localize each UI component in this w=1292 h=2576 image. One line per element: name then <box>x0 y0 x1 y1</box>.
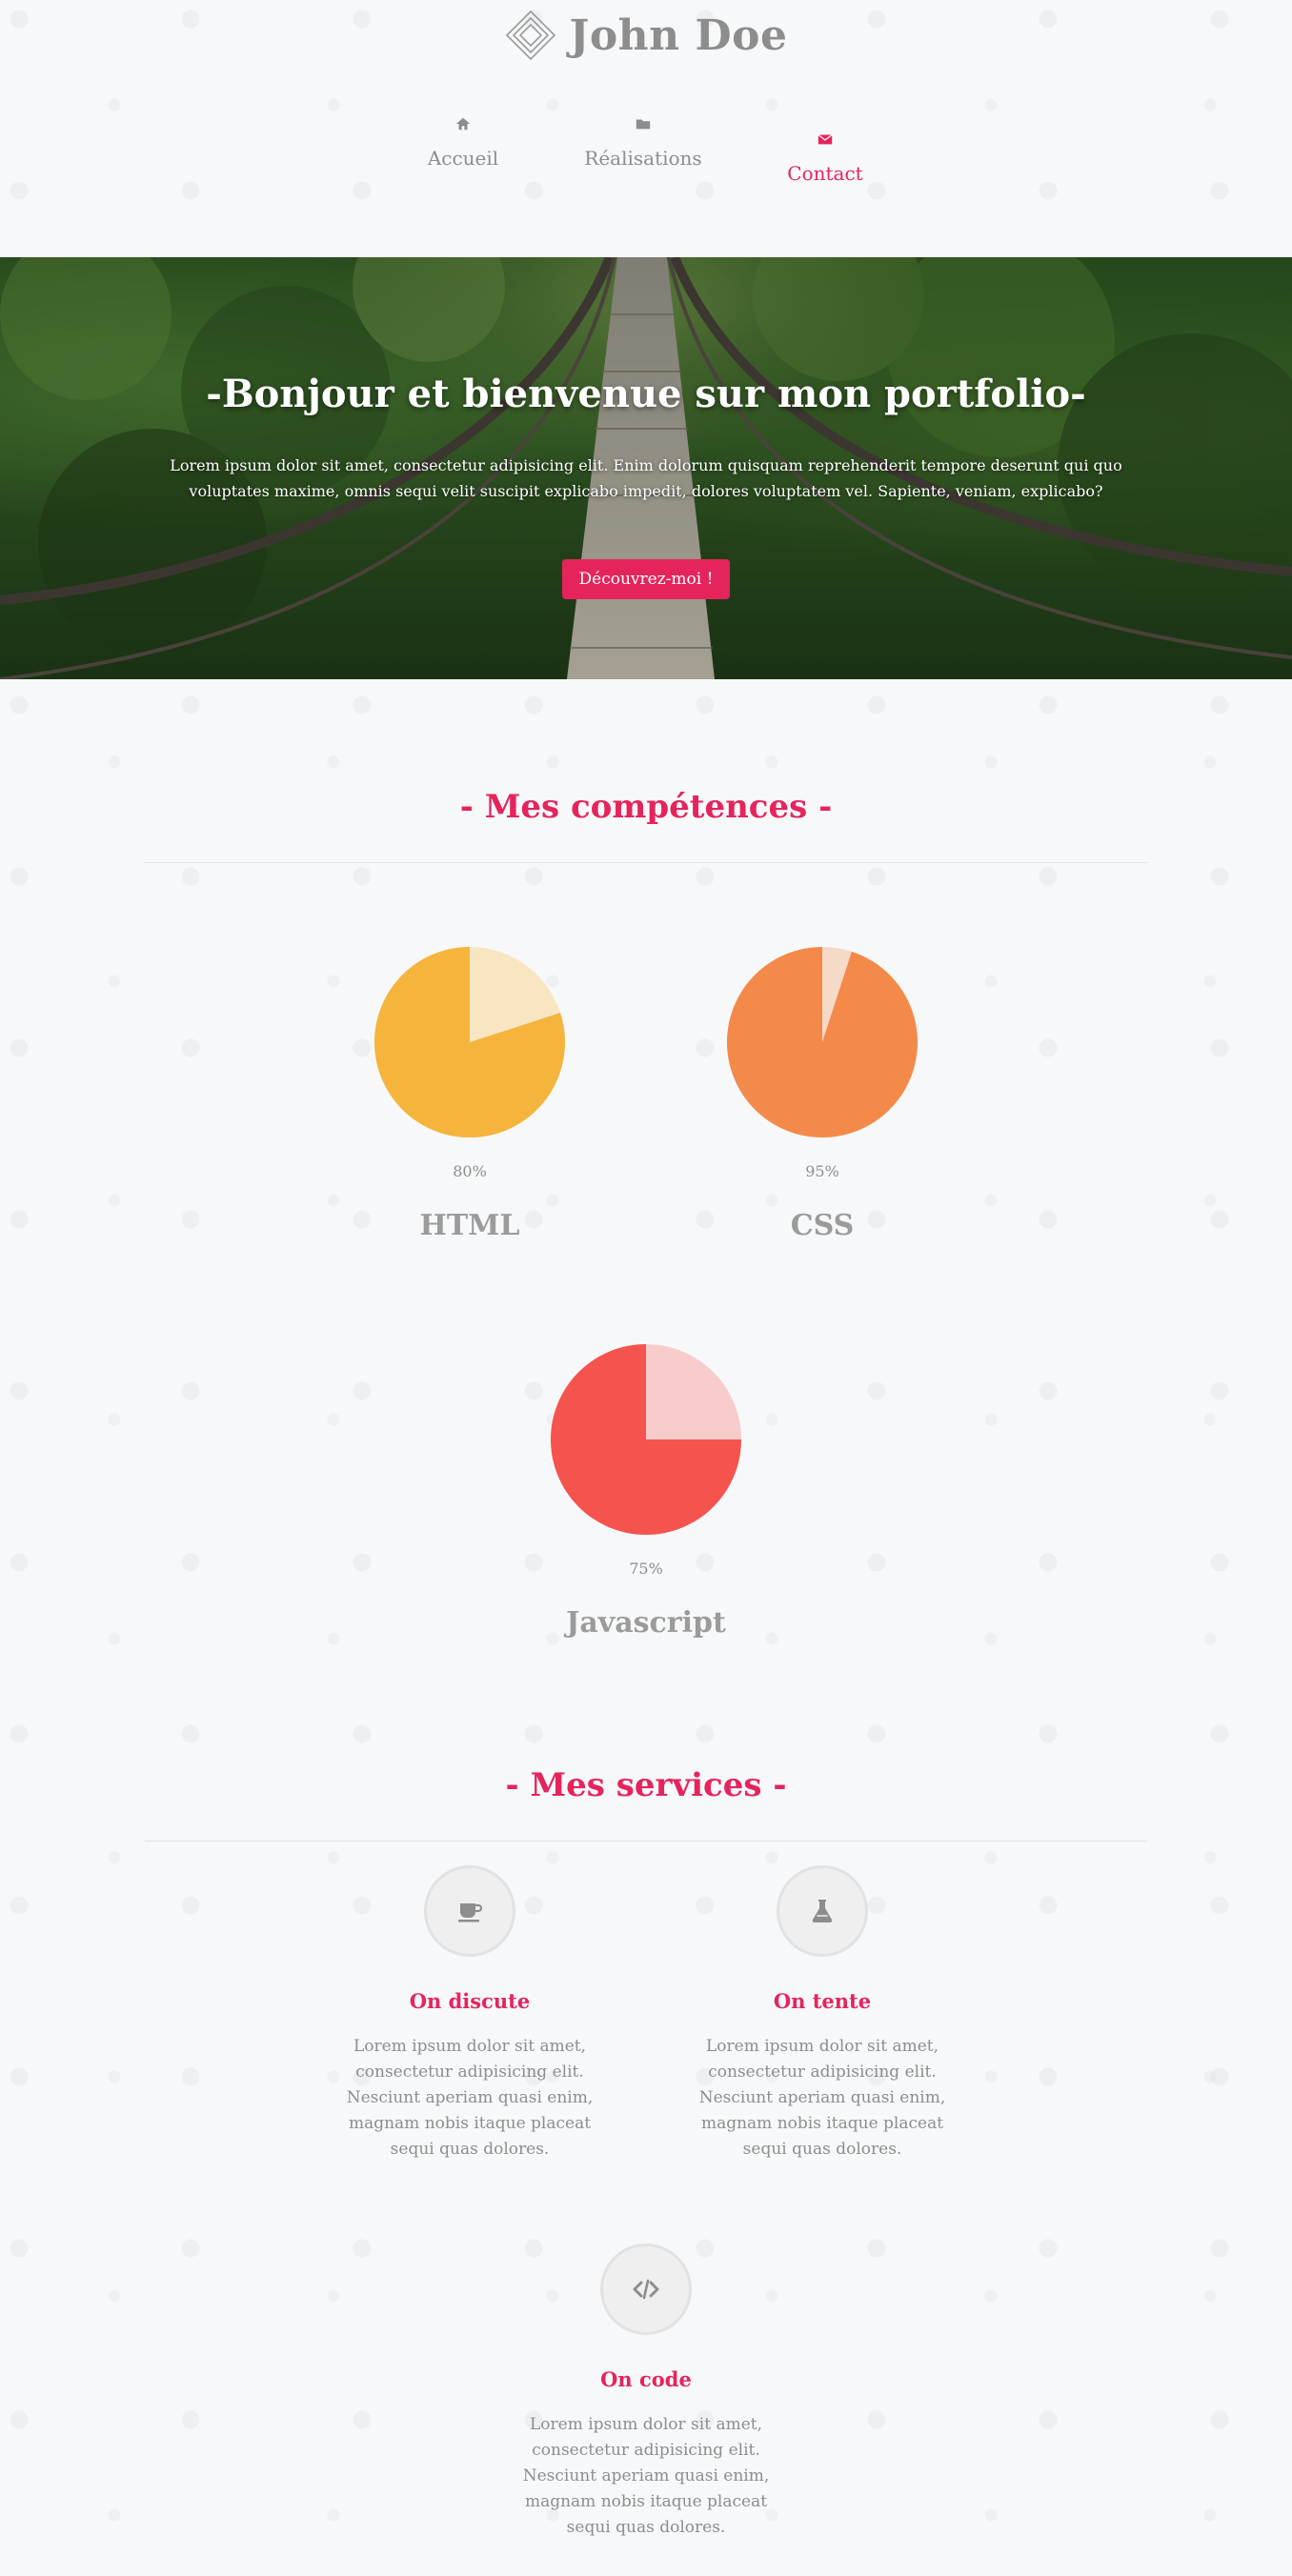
skill-name: Javascript <box>566 1606 726 1640</box>
skill-percent: 95% <box>805 1162 839 1180</box>
brand: John Doe <box>0 10 1292 67</box>
service-icon-circle <box>600 2244 692 2335</box>
service-title: On code <box>600 2367 692 2391</box>
service-discute: On discute Lorem ipsum dolor sit amet, c… <box>317 1865 622 2163</box>
nav-label: Réalisations <box>584 147 702 170</box>
nav-label: Accueil <box>427 147 499 170</box>
site-header: John Doe Accueil Réalisations Contact <box>0 0 1292 257</box>
skill-pie-chart <box>374 947 565 1137</box>
skill-javascript: 75% Javascript <box>532 1344 760 1640</box>
nav-item-realisations[interactable]: Réalisations <box>557 114 729 170</box>
service-code: On code Lorem ipsum dolor sit amet, cons… <box>494 2244 798 2541</box>
pie-value-slice <box>727 947 918 1137</box>
code-icon <box>633 2279 659 2300</box>
brand-link[interactable]: John Doe <box>505 10 788 61</box>
service-text: Lorem ipsum dolor sit amet, consectetur … <box>346 2037 594 2159</box>
coffee-icon <box>458 1903 483 1922</box>
services-title: - Mes services - <box>505 1766 787 1804</box>
home-icon <box>377 114 549 139</box>
brand-name: John Doe <box>569 10 788 60</box>
folder-icon <box>557 114 729 139</box>
service-tente: On tente Lorem ipsum dolor sit amet, con… <box>670 1865 975 2163</box>
skill-html: 80% HTML <box>355 947 584 1242</box>
skill-name: CSS <box>790 1209 855 1242</box>
service-title: On discute <box>409 1989 531 2013</box>
skill-percent: 75% <box>629 1560 663 1578</box>
hero-content: -Bonjour et bienvenue sur mon portfolio-… <box>0 257 1292 679</box>
service-text: Lorem ipsum dolor sit amet, consectetur … <box>522 2415 770 2537</box>
skill-pie-chart <box>727 947 918 1137</box>
hero-title: -Bonjour et bienvenue sur mon portfolio- <box>206 372 1086 416</box>
hero-banner: -Bonjour et bienvenue sur mon portfolio-… <box>0 257 1292 679</box>
service-title: On tente <box>773 1989 872 2013</box>
nav-item-contact[interactable]: Contact <box>739 130 911 185</box>
skill-name: HTML <box>419 1209 520 1242</box>
service-icon-circle <box>424 1865 515 1957</box>
envelope-icon <box>739 130 911 154</box>
skill-css: 95% CSS <box>708 947 937 1242</box>
skills-title: - Mes compétences - <box>459 788 833 826</box>
flask-icon <box>812 1900 833 1923</box>
skills-divider <box>145 862 1147 863</box>
service-text: Lorem ipsum dolor sit amet, consectetur … <box>698 2037 946 2159</box>
diamond-logo-icon <box>505 10 555 61</box>
hero-text: Lorem ipsum dolor sit amet, consectetur … <box>170 456 1122 500</box>
skill-pie-chart <box>551 1344 741 1535</box>
service-icon-circle <box>777 1865 868 1957</box>
nav-item-accueil[interactable]: Accueil <box>377 114 549 170</box>
discover-button[interactable]: Découvrez-moi ! <box>562 559 730 599</box>
skill-percent: 80% <box>453 1162 487 1180</box>
nav-label: Contact <box>787 162 863 185</box>
